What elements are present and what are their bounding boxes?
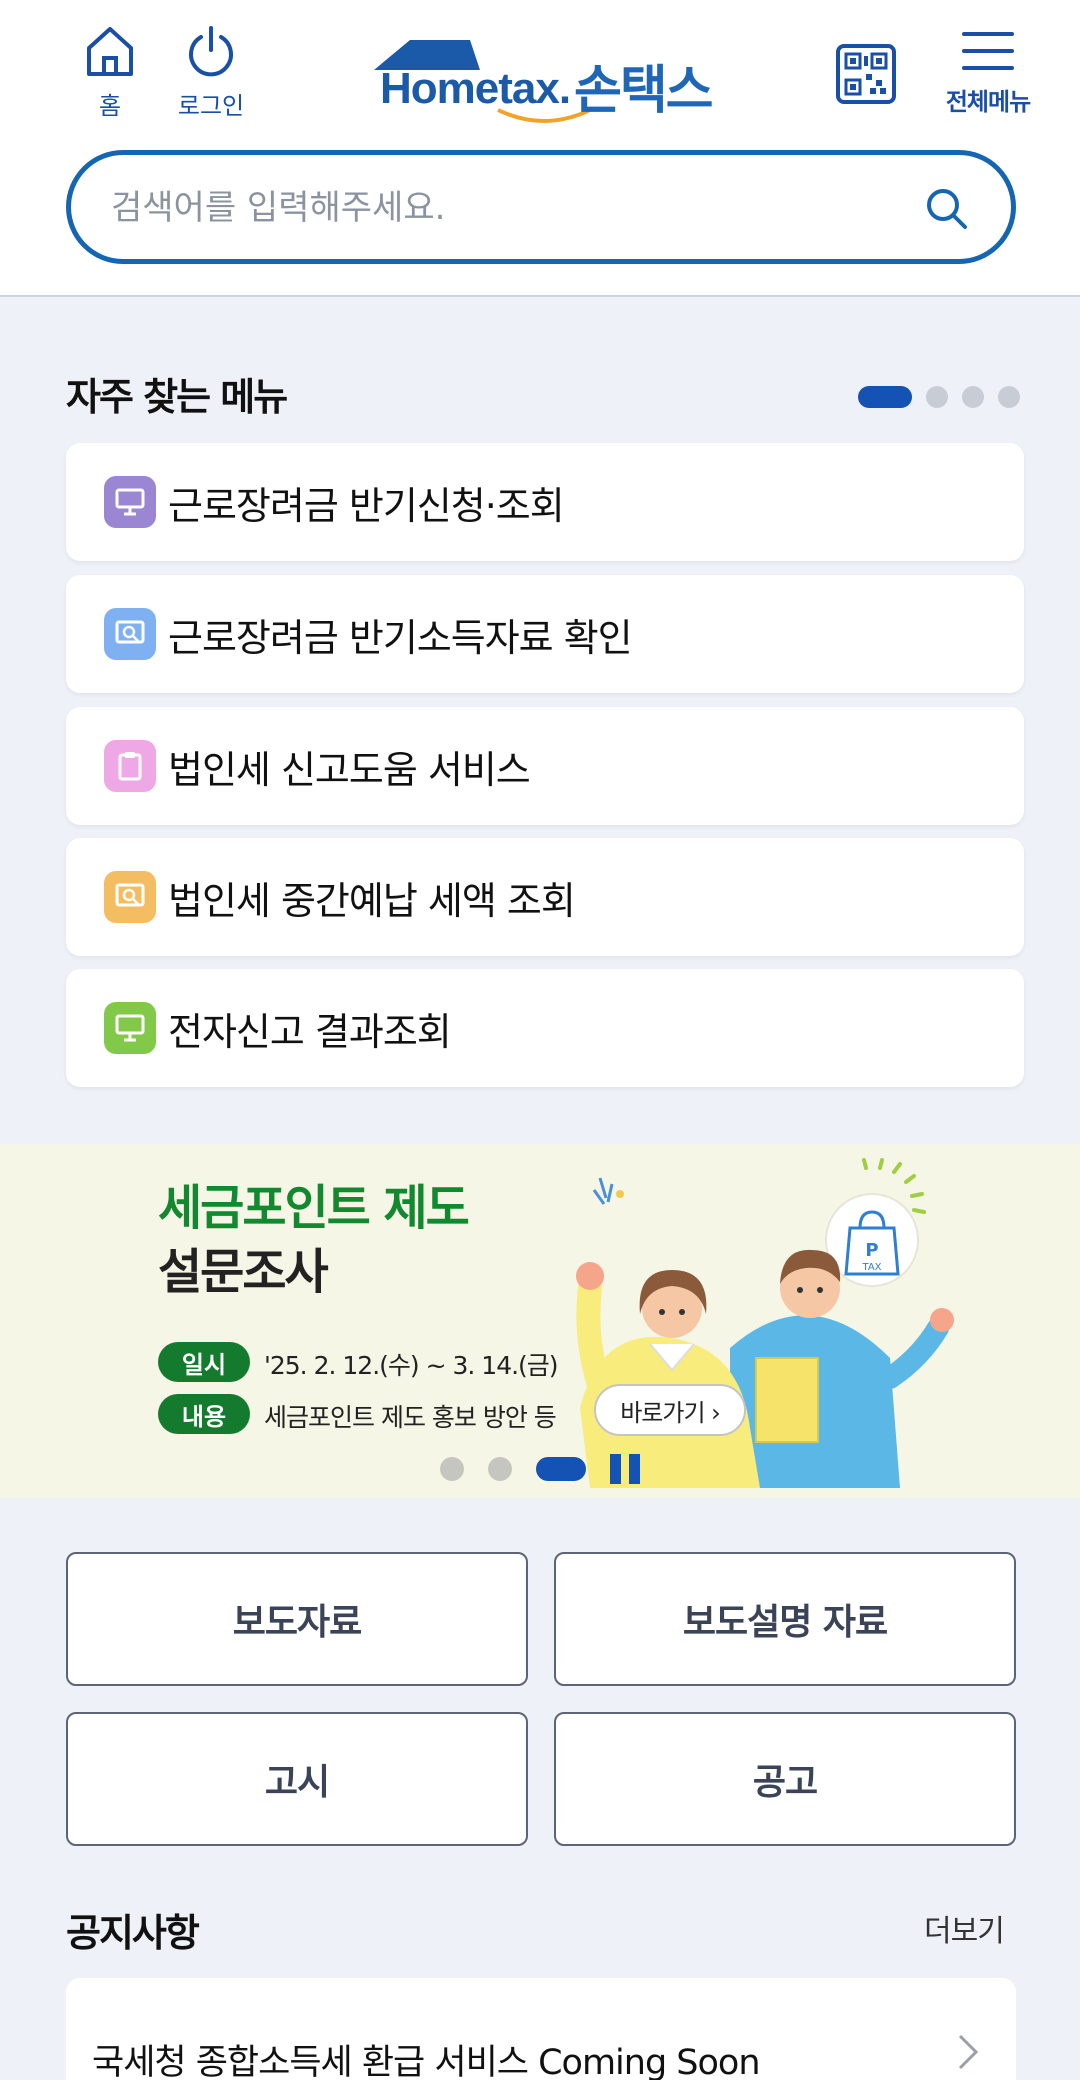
favorite-item-label: 전자신고 결과조회: [168, 1009, 452, 1054]
page-dot[interactable]: [962, 386, 984, 408]
bag-letter: P: [865, 1240, 878, 1261]
press-release-button[interactable]: 보도자료: [66, 1552, 528, 1686]
search-bar: [66, 150, 1016, 264]
hometax-logo[interactable]: Hometax. 손택스: [366, 30, 716, 123]
notice-gazette-button[interactable]: 고시: [66, 1712, 528, 1846]
all-menu-label: 전체메뉴: [945, 88, 1031, 116]
favorite-item-worker-incentive-apply[interactable]: 근로장려금 반기신청·조회: [66, 443, 1024, 561]
qr-code-icon[interactable]: [836, 44, 896, 104]
home-button[interactable]: 홈: [72, 24, 148, 121]
more-link[interactable]: 더보기: [924, 1906, 1005, 1950]
search-document-icon: [104, 871, 156, 923]
monitor-icon: [104, 1002, 156, 1054]
banner-subtitle: 설문조사: [158, 1244, 329, 1300]
notice-title: 공지사항: [66, 1911, 200, 1955]
favorite-item-efiling-result[interactable]: 전자신고 결과조회: [66, 969, 1024, 1087]
clipboard-icon: [104, 740, 156, 792]
slide-dot-active[interactable]: [536, 1457, 586, 1481]
notice-item-text: 국세청 종합소득세 환급 서비스 Coming Soon: [92, 2043, 761, 2080]
favorites-title: 자주 찾는 메뉴: [66, 375, 288, 419]
go-button[interactable]: 바로가기 ›: [594, 1384, 746, 1436]
logo-korean-text: 손택스: [574, 61, 714, 121]
page-dot-active[interactable]: [858, 386, 912, 408]
home-label: 홈: [98, 92, 122, 120]
favorites-pagination: [858, 386, 1020, 408]
search-icon[interactable]: [923, 185, 971, 233]
slide-dot[interactable]: [488, 1457, 512, 1481]
top-header: 홈 로그인 Hometax. 손택스 전체메뉴 검색어를 입력해주세요.: [0, 0, 1080, 297]
promo-banner[interactable]: 세금포인트 제도 설문조사 일시 '25. 2. 12.(수) ~ 3. 14.…: [0, 1144, 1080, 1498]
login-label: 로그인: [177, 92, 245, 120]
page-dot[interactable]: [998, 386, 1020, 408]
favorite-item-corporate-tax-help[interactable]: 법인세 신고도움 서비스: [66, 707, 1024, 825]
favorite-item-label: 법인세 신고도움 서비스: [168, 747, 531, 792]
login-button[interactable]: 로그인: [168, 24, 254, 121]
date-tag: 일시: [158, 1342, 250, 1382]
favorite-item-label: 법인세 중간예납 세액 조회: [168, 878, 576, 923]
favorite-item-label: 근로장려금 반기소득자료 확인: [168, 615, 633, 660]
content-text: 세금포인트 제도 홍보 방안 등: [264, 1403, 557, 1432]
content-tag: 내용: [158, 1394, 250, 1434]
all-menu-button[interactable]: 전체메뉴: [940, 30, 1036, 117]
pause-icon[interactable]: [610, 1454, 640, 1484]
people-illustration: P TAX: [576, 1158, 954, 1488]
page-dot[interactable]: [926, 386, 948, 408]
date-text: '25. 2. 12.(수) ~ 3. 14.(금): [264, 1351, 559, 1380]
search-document-icon: [104, 608, 156, 660]
notice-item[interactable]: 국세청 종합소득세 환급 서비스 Coming Soon: [66, 1978, 1016, 2080]
favorite-item-worker-income-check[interactable]: 근로장려금 반기소득자료 확인: [66, 575, 1024, 693]
chevron-right-icon: [958, 2034, 979, 2070]
public-announcement-button[interactable]: 공고: [554, 1712, 1016, 1846]
banner-pagination: [440, 1454, 640, 1484]
favorite-item-label: 근로장려금 반기신청·조회: [168, 483, 565, 528]
slide-dot[interactable]: [440, 1457, 464, 1481]
favorite-item-corporate-tax-prepayment[interactable]: 법인세 중간예납 세액 조회: [66, 838, 1024, 956]
power-icon: [189, 26, 233, 77]
bag-label: TAX: [861, 1262, 881, 1273]
search-input[interactable]: [111, 183, 911, 233]
press-explanation-button[interactable]: 보도설명 자료: [554, 1552, 1016, 1686]
monitor-icon: [104, 476, 156, 528]
banner-title: 세금포인트 제도: [158, 1180, 470, 1236]
logo-text: Hometax.: [380, 64, 571, 113]
hamburger-icon: [962, 32, 1014, 70]
home-icon: [87, 27, 133, 76]
